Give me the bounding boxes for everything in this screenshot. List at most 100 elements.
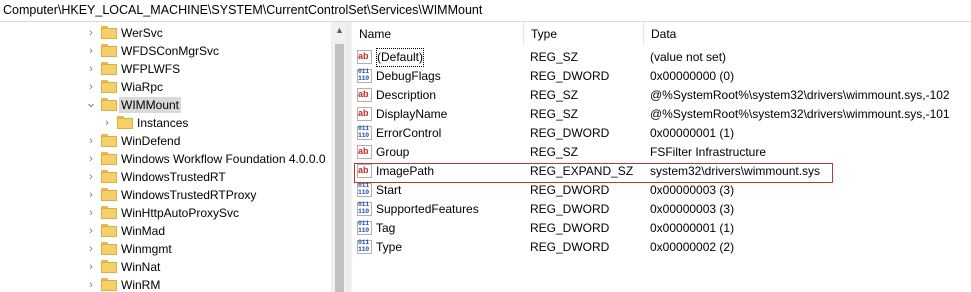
tree-item-label: WinRM [121, 278, 161, 292]
registry-value-row[interactable]: ab (Default) REG_SZ (value not set) [352, 48, 971, 67]
tree-item-label: WinNat [121, 260, 161, 274]
folder-icon [101, 134, 117, 147]
column-header-name[interactable]: Name [352, 22, 530, 46]
folder-icon [101, 80, 117, 93]
value-name: Description [376, 88, 437, 102]
binary-value-icon: 011 110 [357, 220, 372, 235]
tree-item-label: Instances [137, 116, 189, 130]
folder-icon [101, 98, 117, 111]
scrollbar-thumb[interactable] [335, 44, 344, 292]
registry-value-row[interactable]: 011 110 DebugFlags REG_DWORD 0x00000000 (0) [352, 67, 971, 86]
chevron-right-icon[interactable]: › [85, 134, 97, 148]
binary-value-icon: 011 110 [357, 201, 372, 216]
tree-item-label: WindowsTrustedRT [121, 170, 226, 184]
folder-icon [101, 62, 117, 75]
registry-value-row[interactable]: 011 110 Type REG_DWORD 0x00000002 (2) [352, 238, 971, 257]
folder-icon [101, 170, 117, 183]
chevron-right-icon[interactable]: › [85, 170, 97, 184]
registry-value-row[interactable]: 011 110 Tag REG_DWORD 0x00000001 (1) [352, 219, 971, 238]
value-type: REG_DWORD [530, 69, 610, 83]
string-value-icon: ab [357, 164, 372, 178]
tree-item-label: WiaRpc [121, 80, 164, 94]
registry-value-row[interactable]: ab Group REG_SZ FSFilter Infrastructure [352, 143, 971, 162]
tree-item[interactable]: › WiaRpc [0, 78, 346, 96]
value-type: REG_DWORD [530, 221, 610, 235]
tree-item-label: WinDefend [121, 134, 181, 148]
tree-item-label: Winmgmt [121, 242, 172, 256]
value-data: FSFilter Infrastructure [650, 145, 767, 159]
tree-item[interactable]: › WinRM [0, 276, 346, 292]
chevron-right-icon[interactable]: › [85, 224, 97, 238]
tree-item-label: WIMMount [119, 97, 182, 113]
tree-item[interactable]: › Windows Workflow Foundation 4.0.0.0 [0, 150, 346, 168]
value-name: Type [376, 240, 403, 254]
value-data: 0x00000000 (0) [650, 69, 735, 83]
tree-scrollbar[interactable]: ▲ [331, 22, 348, 292]
registry-value-row[interactable]: 011 110 ErrorControl REG_DWORD 0x00000001 (1… [352, 124, 971, 143]
binary-value-icon: 011 110 [357, 182, 372, 197]
value-name: DisplayName [376, 107, 448, 121]
chevron-right-icon[interactable]: › [85, 26, 97, 40]
string-value-icon: ab [357, 145, 372, 159]
column-header-type[interactable]: Type [524, 22, 644, 46]
folder-icon [101, 152, 117, 165]
registry-value-row[interactable]: 011 110 SupportedFeatures REG_DWORD 0x000000… [352, 200, 971, 219]
chevron-right-icon[interactable]: › [85, 80, 97, 94]
chevron-right-icon[interactable]: › [101, 116, 113, 130]
registry-value-row[interactable]: ab ImagePath REG_EXPAND_SZ system32\drivers… [352, 162, 971, 181]
folder-icon [101, 224, 117, 237]
tree-item[interactable]: › WinNat [0, 258, 346, 276]
column-header-data[interactable]: Data [644, 22, 971, 46]
chevron-right-icon[interactable]: › [85, 206, 97, 220]
tree-item-label: WinHttpAutoProxySvc [121, 206, 240, 220]
string-value-icon: ab [357, 107, 372, 121]
tree-item[interactable]: › WinHttpAutoProxySvc [0, 204, 346, 222]
chevron-right-icon[interactable]: › [85, 260, 97, 274]
folder-icon [101, 26, 117, 39]
values-panel: Name Type Data ab (Default) REG_SZ (value n… [352, 22, 971, 292]
tree-item[interactable]: › WinMad [0, 222, 346, 240]
value-type: REG_DWORD [530, 202, 610, 216]
value-type: REG_DWORD [530, 240, 610, 254]
folder-icon [117, 116, 133, 129]
value-type: REG_DWORD [530, 183, 610, 197]
tree-item[interactable]: ⌄ WIMMount [0, 96, 346, 114]
chevron-right-icon[interactable]: › [85, 278, 97, 292]
chevron-right-icon[interactable]: › [85, 242, 97, 256]
tree-item[interactable]: › WFDSConMgrSvc [0, 42, 346, 60]
scroll-up-arrow-icon[interactable]: ▲ [331, 22, 348, 39]
registry-value-row[interactable]: ab DisplayName REG_SZ @%SystemRoot%\system3… [352, 105, 971, 124]
chevron-right-icon[interactable]: › [85, 152, 97, 166]
value-data: system32\drivers\wimmount.sys [650, 164, 821, 178]
tree-item[interactable]: › Winmgmt [0, 240, 346, 258]
value-data: (value not set) [650, 50, 727, 64]
tree-item[interactable]: › Instances [0, 114, 346, 132]
value-name: DebugFlags [376, 69, 441, 83]
binary-value-icon: 011 110 [357, 125, 372, 140]
value-name: ImagePath [376, 164, 435, 178]
chevron-right-icon[interactable]: › [85, 44, 97, 58]
tree-item[interactable]: › WindowsTrustedRTProxy [0, 186, 346, 204]
tree-item[interactable]: › WindowsTrustedRT [0, 168, 346, 186]
value-data: @%SystemRoot%\system32\drivers\wimmount.… [650, 107, 950, 121]
value-type: REG_SZ [530, 145, 579, 159]
tree-item[interactable]: › WinDefend [0, 132, 346, 150]
registry-value-row[interactable]: ab Description REG_SZ @%SystemRoot%\system3… [352, 86, 971, 105]
folder-icon [101, 206, 117, 219]
tree-item[interactable]: › WerSvc [0, 24, 346, 42]
tree-item[interactable]: › WFPLWFS [0, 60, 346, 78]
address-bar[interactable]: Computer\HKEY_LOCAL_MACHINE\SYSTEM\Curre… [0, 0, 971, 22]
value-data: 0x00000001 (1) [650, 221, 735, 235]
value-type: REG_SZ [530, 107, 579, 121]
registry-value-row[interactable]: 011 110 Start REG_DWORD 0x00000003 (3) [352, 181, 971, 200]
folder-icon [101, 242, 117, 255]
binary-value-icon: 011 110 [357, 239, 372, 254]
value-name: SupportedFeatures [376, 202, 479, 216]
address-path: Computer\HKEY_LOCAL_MACHINE\SYSTEM\Curre… [3, 3, 483, 17]
value-data: 0x00000003 (3) [650, 202, 735, 216]
chevron-right-icon[interactable]: › [85, 62, 97, 76]
value-name: Tag [376, 221, 396, 235]
chevron-down-icon[interactable]: ⌄ [85, 96, 97, 110]
chevron-right-icon[interactable]: › [85, 188, 97, 202]
tree-item-label: WerSvc [121, 26, 163, 40]
